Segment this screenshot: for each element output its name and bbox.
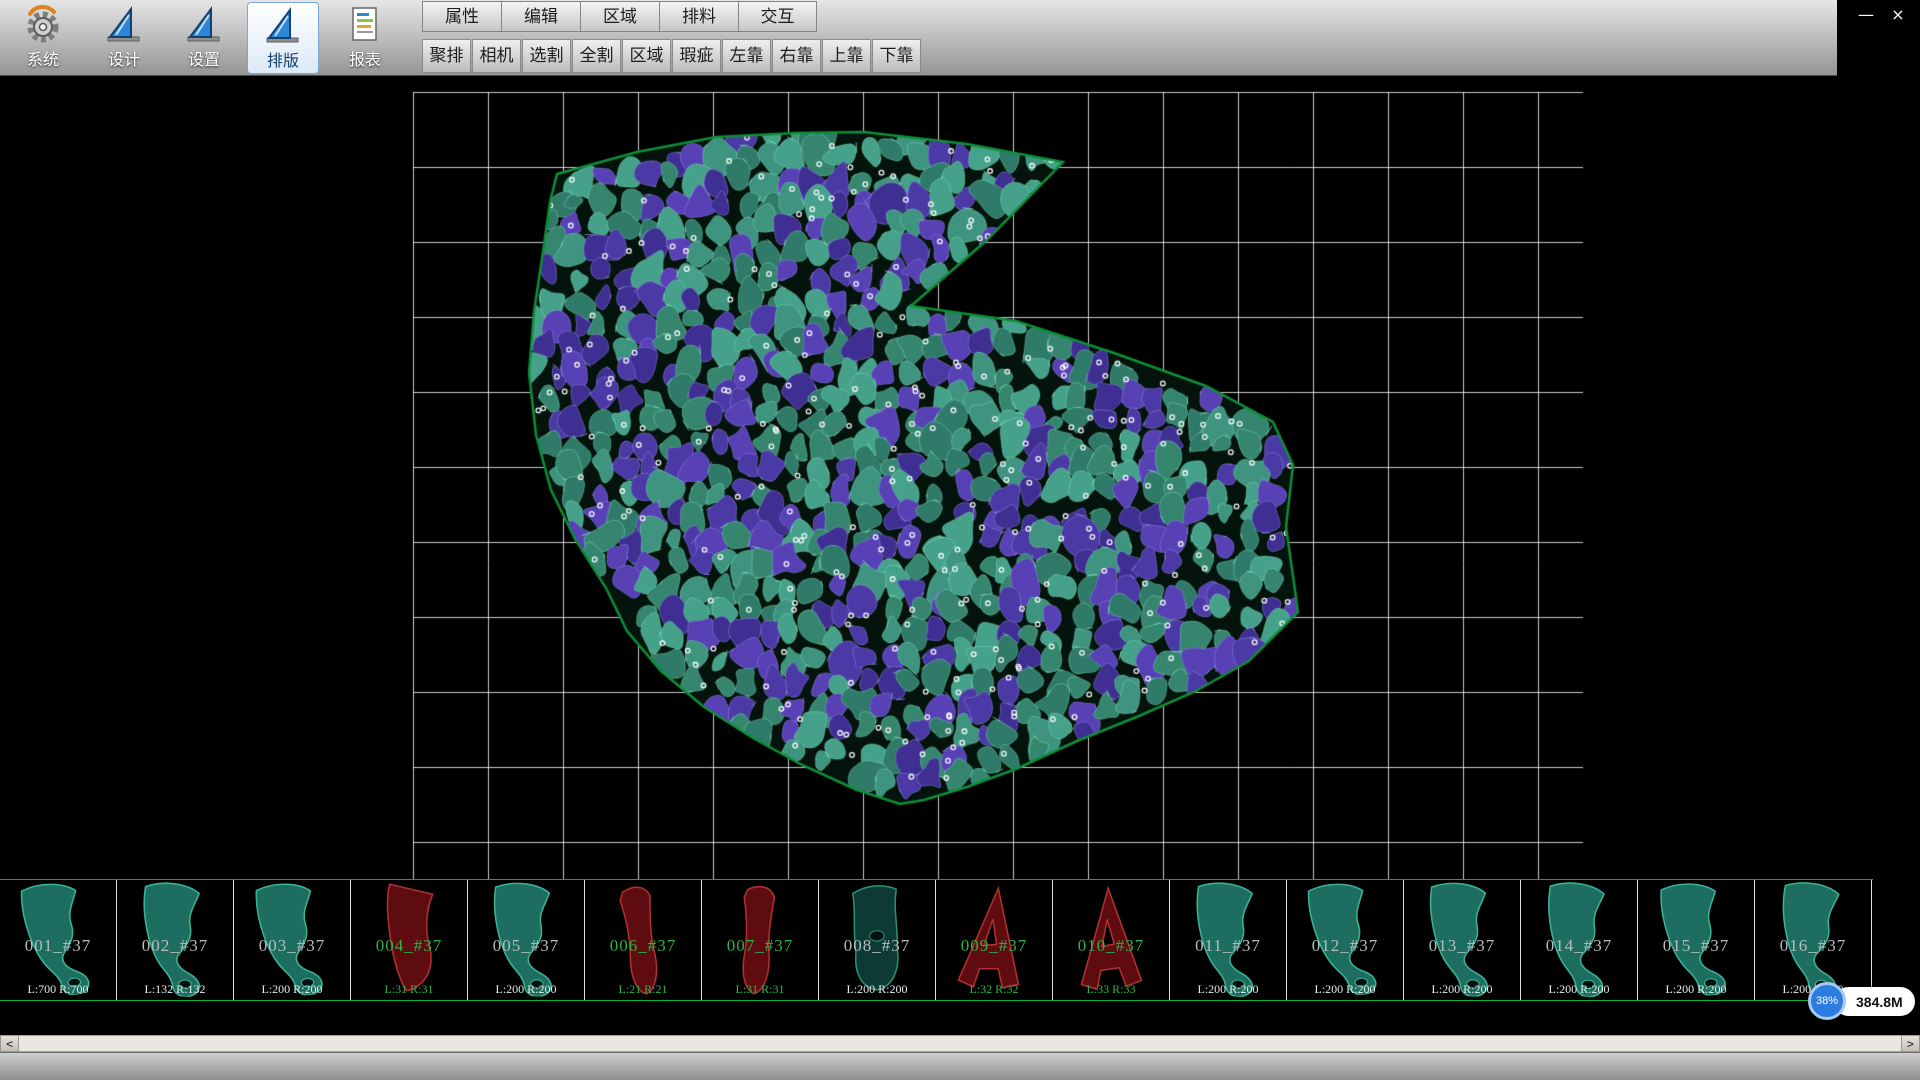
piece-id: 014_#37 [1521, 936, 1637, 956]
piece-id: 009_#37 [936, 936, 1052, 956]
piece-thumb-012_#37[interactable]: 012_#37 L:200 R:200 [1287, 880, 1404, 1000]
tool-button-7[interactable]: 右靠 [772, 39, 821, 73]
tool-button-row: 聚排相机选割全割区域瑕疵左靠右靠上靠下靠 [422, 39, 921, 73]
piece-id: 016_#37 [1755, 936, 1871, 956]
piece-thumb-010_#37[interactable]: 010_#37 L:33 R:33 [1053, 880, 1170, 1000]
app-button-label: 系统 [27, 46, 59, 70]
app-button-label: 排版 [267, 47, 299, 71]
gear-icon [23, 5, 63, 45]
menu-tab-1[interactable]: 编辑 [501, 1, 580, 32]
piece-id: 010_#37 [1053, 936, 1169, 956]
horizontal-scrollbar[interactable]: < > [0, 1035, 1920, 1052]
menu-tab-4[interactable]: 交互 [738, 1, 817, 32]
app-button-1[interactable]: 设计 [88, 2, 160, 74]
tool-button-9[interactable]: 下靠 [872, 39, 921, 73]
piece-id: 005_#37 [468, 936, 584, 956]
progress-badge: 38% [1808, 982, 1846, 1020]
piece-id: 006_#37 [585, 936, 701, 956]
close-button[interactable]: × [1884, 4, 1912, 26]
tool-button-8[interactable]: 上靠 [822, 39, 871, 73]
app-button-label: 设计 [108, 46, 140, 70]
piece-thumb-002_#37[interactable]: 002_#37 L:132 R:132 [117, 880, 234, 1000]
piece-thumb-015_#37[interactable]: 015_#37 L:200 R:200 [1638, 880, 1755, 1000]
piece-id: 003_#37 [234, 936, 350, 956]
piece-lr: L:200 R:200 [1638, 982, 1754, 997]
pieces-strip-area: 001_#37L:700 R:700002_#37L:132 R:132003_… [0, 879, 1920, 1035]
menu-tab-0[interactable]: 属性 [422, 1, 501, 32]
app-button-4[interactable]: 报表 [329, 2, 401, 74]
piece-thumb-008_#37[interactable]: 008_#37 L:200 R:200 [819, 880, 936, 1000]
piece-lr: L:31 R:31 [351, 982, 467, 997]
status-bar [0, 1052, 1920, 1080]
piece-thumb-013_#37[interactable]: 013_#37 L:200 R:200 [1404, 880, 1521, 1000]
piece-lr: L:32 R:32 [936, 982, 1052, 997]
piece-id: 007_#37 [702, 936, 818, 956]
app-button-3[interactable]: 排版 [247, 2, 319, 74]
piece-thumb-001_#37[interactable]: 001_#37 L:700 R:700 [0, 880, 117, 1000]
minimize-button[interactable]: — [1852, 4, 1880, 26]
piece-lr: L:200 R:200 [468, 982, 584, 997]
piece-thumb-003_#37[interactable]: 003_#37 L:200 R:200 [234, 880, 351, 1000]
menu-tab-row: 属性编辑区域排料交互 [422, 1, 817, 32]
piece-lr: L:200 R:200 [234, 982, 350, 997]
piece-lr: L:200 R:200 [1521, 982, 1637, 997]
menu-tab-2[interactable]: 区域 [580, 1, 659, 32]
piece-thumb-005_#37[interactable]: 005_#37 L:200 R:200 [468, 880, 585, 1000]
piece-id: 002_#37 [117, 936, 233, 956]
triangle-ruler-icon [263, 6, 303, 46]
tool-button-6[interactable]: 左靠 [722, 39, 771, 73]
piece-lr: L:200 R:200 [1404, 982, 1520, 997]
top-toolbar: 系统设计设置排版报表 属性编辑区域排料交互 聚排相机选割全割区域瑕疵左靠右靠上靠… [0, 0, 1920, 76]
tool-button-3[interactable]: 全割 [572, 39, 621, 73]
pieces-strip: 001_#37L:700 R:700002_#37L:132 R:132003_… [0, 879, 1873, 1001]
piece-lr: L:33 R:33 [1053, 982, 1169, 997]
app-button-label: 设置 [188, 46, 220, 70]
piece-thumb-007_#37[interactable]: 007_#37 L:31 R:31 [702, 880, 819, 1000]
tool-button-1[interactable]: 相机 [472, 39, 521, 73]
piece-lr: L:700 R:700 [0, 982, 116, 997]
memory-badge: 384.8M [1834, 987, 1915, 1016]
piece-lr: L:31 R:31 [702, 982, 818, 997]
piece-lr: L:132 R:132 [117, 982, 233, 997]
report-icon [345, 5, 385, 45]
piece-lr: L:200 R:200 [819, 982, 935, 997]
piece-thumb-009_#37[interactable]: 009_#37 L:32 R:32 [936, 880, 1053, 1000]
tool-button-0[interactable]: 聚排 [422, 39, 471, 73]
piece-id: 012_#37 [1287, 936, 1403, 956]
piece-id: 011_#37 [1170, 936, 1286, 956]
piece-thumb-004_#37[interactable]: 004_#37 L:31 R:31 [351, 880, 468, 1000]
triangle-ruler-icon [184, 5, 224, 45]
piece-lr: L:200 R:200 [1170, 982, 1286, 997]
scrollbar-thumb[interactable] [19, 1035, 1901, 1052]
window-controls: — × [1837, 0, 1920, 76]
piece-lr: L:200 R:200 [1287, 982, 1403, 997]
app-button-2[interactable]: 设置 [168, 2, 240, 74]
piece-id: 015_#37 [1638, 936, 1754, 956]
tool-button-5[interactable]: 瑕疵 [672, 39, 721, 73]
piece-thumb-006_#37[interactable]: 006_#37 L:21 R:21 [585, 880, 702, 1000]
piece-lr: L:21 R:21 [585, 982, 701, 997]
app-button-0[interactable]: 系统 [7, 2, 79, 74]
scroll-left-arrow[interactable]: < [0, 1035, 19, 1052]
app-window: 系统设计设置排版报表 属性编辑区域排料交互 聚排相机选割全割区域瑕疵左靠右靠上靠… [0, 0, 1920, 1080]
piece-id: 004_#37 [351, 936, 467, 956]
piece-thumb-014_#37[interactable]: 014_#37 L:200 R:200 [1521, 880, 1638, 1000]
menu-tab-3[interactable]: 排料 [659, 1, 738, 32]
piece-id: 013_#37 [1404, 936, 1520, 956]
app-button-label: 报表 [349, 46, 381, 70]
triangle-ruler-icon [104, 5, 144, 45]
piece-thumb-016_#37[interactable]: 016_#37L:200 R:200 [1755, 880, 1872, 1000]
tool-button-2[interactable]: 选割 [522, 39, 571, 73]
piece-id: 008_#37 [819, 936, 935, 956]
scroll-right-arrow[interactable]: > [1901, 1035, 1920, 1052]
piece-thumb-011_#37[interactable]: 011_#37 L:200 R:200 [1170, 880, 1287, 1000]
tool-button-4[interactable]: 区域 [622, 39, 671, 73]
piece-id: 001_#37 [0, 936, 116, 956]
